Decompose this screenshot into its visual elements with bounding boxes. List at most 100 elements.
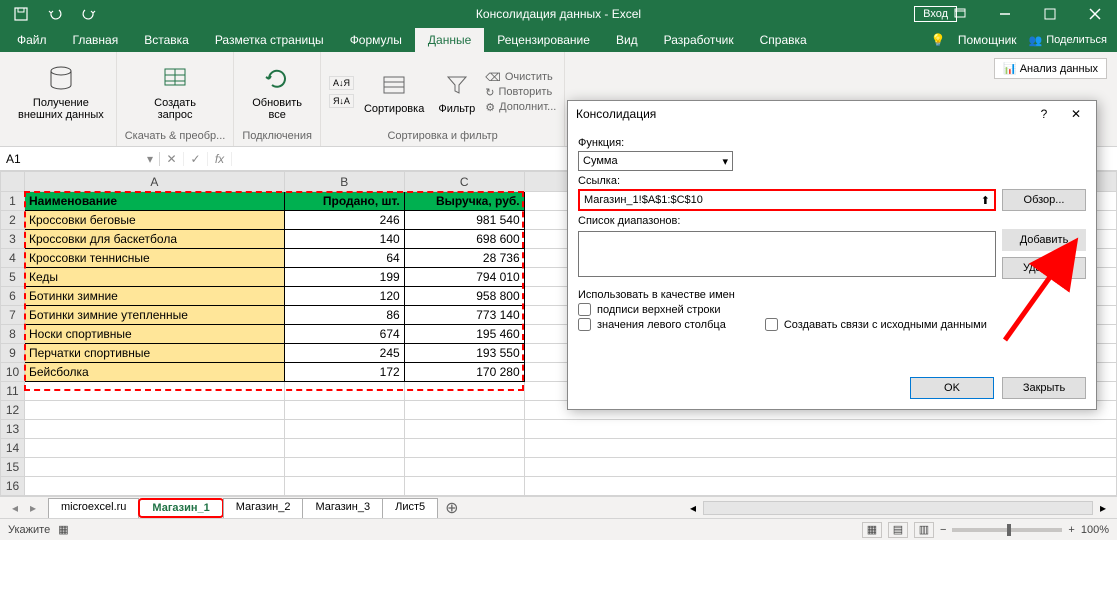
new-query-button[interactable]: Создать запрос: [150, 61, 200, 123]
cell[interactable]: [404, 401, 524, 420]
horizontal-scrollbar[interactable]: [703, 501, 1093, 515]
cell[interactable]: 86: [284, 306, 404, 325]
left-col-checkbox[interactable]: значения левого столбца: [578, 318, 735, 331]
collapse-dialog-icon[interactable]: ⬆: [981, 194, 990, 207]
cell[interactable]: 195 460: [404, 325, 524, 344]
select-all-corner[interactable]: [1, 172, 25, 192]
cell[interactable]: [524, 439, 1116, 458]
ranges-listbox[interactable]: [578, 231, 996, 277]
cell[interactable]: [24, 477, 284, 496]
refresh-all-button[interactable]: Обновить все: [248, 61, 306, 123]
cell[interactable]: 120: [284, 287, 404, 306]
cell[interactable]: [404, 382, 524, 401]
zoom-slider[interactable]: [952, 528, 1062, 532]
cell[interactable]: 170 280: [404, 363, 524, 382]
dialog-help-button[interactable]: ?: [1032, 107, 1056, 121]
cell[interactable]: Выручка, руб.: [404, 192, 524, 211]
assistant-button[interactable]: Помощник: [954, 33, 1021, 47]
tab-insert[interactable]: Вставка: [131, 28, 202, 52]
row-header[interactable]: 6: [1, 287, 25, 306]
row-header[interactable]: 8: [1, 325, 25, 344]
cell[interactable]: Наименование: [24, 192, 284, 211]
cell[interactable]: [284, 458, 404, 477]
accept-formula-button[interactable]: ✓: [184, 152, 208, 166]
advanced-filter-button[interactable]: ⚙Дополнит...: [485, 100, 556, 115]
sort-za-button[interactable]: Я↓А: [329, 94, 354, 108]
delete-button[interactable]: Удалить: [1002, 257, 1086, 279]
cell[interactable]: [24, 382, 284, 401]
cell[interactable]: 140: [284, 230, 404, 249]
cell[interactable]: [524, 477, 1116, 496]
function-combo[interactable]: Сумма ▾: [578, 151, 733, 171]
minimize-icon[interactable]: [982, 0, 1027, 28]
cell[interactable]: 193 550: [404, 344, 524, 363]
add-sheet-button[interactable]: ⊕: [437, 498, 466, 518]
cell[interactable]: [404, 420, 524, 439]
scroll-left-button[interactable]: ◂: [685, 501, 701, 515]
sheet-tab[interactable]: microexcel.ru: [48, 498, 139, 518]
scroll-right-button[interactable]: ▸: [1095, 501, 1111, 515]
redo-icon[interactable]: [74, 0, 104, 28]
cell[interactable]: Ботинки зимние: [24, 287, 284, 306]
tab-formulas[interactable]: Формулы: [337, 28, 415, 52]
cell[interactable]: [24, 439, 284, 458]
row-header[interactable]: 9: [1, 344, 25, 363]
cell[interactable]: Ботинки зимние утепленные: [24, 306, 284, 325]
cancel-formula-button[interactable]: ✕: [160, 152, 184, 166]
cell[interactable]: [284, 477, 404, 496]
tab-data[interactable]: Данные: [415, 28, 484, 52]
row-header[interactable]: 10: [1, 363, 25, 382]
row-header[interactable]: 13: [1, 420, 25, 439]
cell[interactable]: Продано, шт.: [284, 192, 404, 211]
normal-view-button[interactable]: ▦: [862, 522, 882, 538]
cell[interactable]: [524, 420, 1116, 439]
cell[interactable]: [284, 420, 404, 439]
row-header[interactable]: 11: [1, 382, 25, 401]
ok-button[interactable]: OK: [910, 377, 994, 399]
cell[interactable]: [24, 401, 284, 420]
share-button[interactable]: 👥Поделиться: [1029, 34, 1107, 47]
row-header[interactable]: 1: [1, 192, 25, 211]
save-icon[interactable]: [6, 0, 36, 28]
sheet-tab[interactable]: Магазин_3: [302, 498, 383, 518]
sort-button[interactable]: Сортировка: [360, 67, 428, 117]
col-header-c[interactable]: C: [404, 172, 524, 192]
tab-view[interactable]: Вид: [603, 28, 651, 52]
dialog-close-button[interactable]: ✕: [1064, 107, 1088, 121]
create-links-checkbox[interactable]: Создавать связи с исходными данными: [765, 318, 987, 331]
cell[interactable]: Носки спортивные: [24, 325, 284, 344]
macro-record-icon[interactable]: ▦: [58, 523, 68, 536]
cell[interactable]: 246: [284, 211, 404, 230]
top-row-checkbox[interactable]: подписи верхней строки: [578, 303, 735, 316]
row-header[interactable]: 4: [1, 249, 25, 268]
data-analysis-button[interactable]: 📊 Анализ данных: [994, 58, 1107, 79]
clear-filter-button[interactable]: ⌫Очистить: [485, 70, 556, 85]
cell[interactable]: 199: [284, 268, 404, 287]
row-header[interactable]: 2: [1, 211, 25, 230]
cell[interactable]: Кеды: [24, 268, 284, 287]
cell[interactable]: Бейсболка: [24, 363, 284, 382]
sheet-nav-first[interactable]: ◂: [6, 501, 24, 515]
cancel-button[interactable]: Закрыть: [1002, 377, 1086, 399]
tab-developer[interactable]: Разработчик: [651, 28, 747, 52]
row-header[interactable]: 3: [1, 230, 25, 249]
close-icon[interactable]: [1072, 0, 1117, 28]
zoom-level[interactable]: 100%: [1081, 524, 1109, 536]
reference-input[interactable]: Магазин_1!$A$1:$C$10 ⬆: [578, 189, 996, 211]
row-header[interactable]: 14: [1, 439, 25, 458]
row-header[interactable]: 5: [1, 268, 25, 287]
browse-button[interactable]: Обзор...: [1002, 189, 1086, 211]
tab-review[interactable]: Рецензирование: [484, 28, 603, 52]
cell[interactable]: 64: [284, 249, 404, 268]
fx-button[interactable]: fx: [208, 152, 232, 166]
sheet-nav-prev[interactable]: ▸: [24, 501, 42, 515]
cell[interactable]: Кроссовки теннисные: [24, 249, 284, 268]
tab-home[interactable]: Главная: [60, 28, 132, 52]
cell[interactable]: [284, 439, 404, 458]
zoom-in-button[interactable]: +: [1068, 524, 1074, 536]
col-header-b[interactable]: B: [284, 172, 404, 192]
add-button[interactable]: Добавить: [1002, 229, 1086, 251]
cell[interactable]: 698 600: [404, 230, 524, 249]
cell[interactable]: 794 010: [404, 268, 524, 287]
col-header-a[interactable]: A: [24, 172, 284, 192]
